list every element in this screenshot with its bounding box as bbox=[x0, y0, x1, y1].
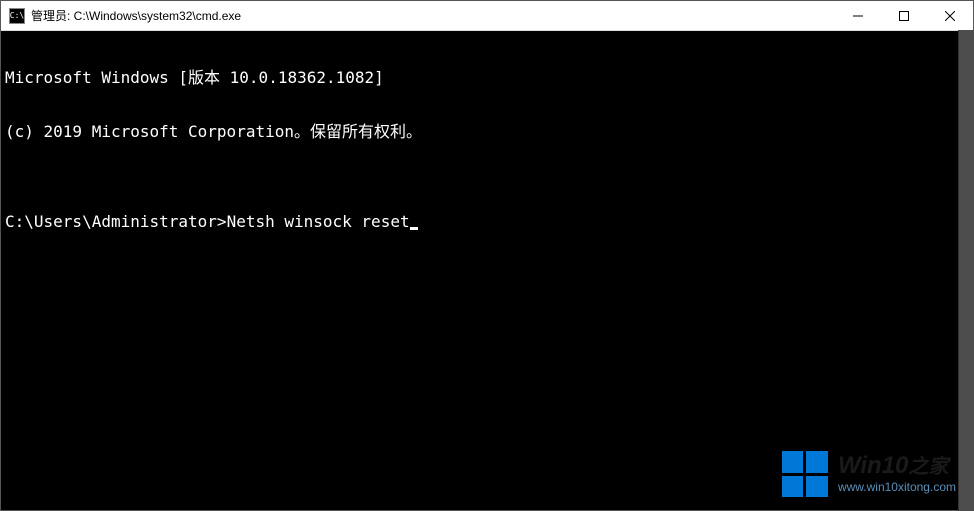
terminal-prompt-line: C:\Users\Administrator>Netsh winsock res… bbox=[5, 213, 969, 231]
watermark-title: Win10之家 bbox=[838, 454, 956, 478]
watermark-text: Win10之家 www.win10xitong.com bbox=[838, 454, 956, 494]
terminal-area[interactable]: Microsoft Windows [版本 10.0.18362.1082] (… bbox=[1, 31, 973, 510]
cmd-icon: C:\ bbox=[9, 8, 25, 24]
cmd-window: C:\ 管理员: C:\Windows\system32\cmd.exe Mic… bbox=[0, 0, 974, 511]
terminal-output-line: (c) 2019 Microsoft Corporation。保留所有权利。 bbox=[5, 123, 969, 141]
vertical-scrollbar[interactable] bbox=[958, 30, 974, 511]
cursor-icon bbox=[410, 227, 418, 230]
close-button[interactable] bbox=[927, 1, 973, 30]
window-title: 管理员: C:\Windows\system32\cmd.exe bbox=[31, 7, 835, 24]
command-text: Netsh winsock reset bbox=[227, 212, 410, 231]
window-controls bbox=[835, 1, 973, 30]
scrollbar-thumb[interactable] bbox=[959, 30, 974, 511]
minimize-button[interactable] bbox=[835, 1, 881, 30]
maximize-button[interactable] bbox=[881, 1, 927, 30]
prompt-text: C:\Users\Administrator> bbox=[5, 212, 227, 231]
windows-logo-icon bbox=[782, 451, 828, 497]
watermark-url: www.win10xitong.com bbox=[838, 480, 956, 494]
watermark: Win10之家 www.win10xitong.com bbox=[772, 445, 966, 503]
titlebar[interactable]: C:\ 管理员: C:\Windows\system32\cmd.exe bbox=[1, 1, 973, 31]
terminal-output-line: Microsoft Windows [版本 10.0.18362.1082] bbox=[5, 69, 969, 87]
